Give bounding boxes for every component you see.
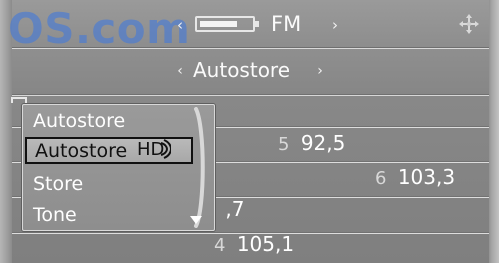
watermark: OS.com (8, 4, 191, 53)
radio-screen: OS.com ‹ FM › ‹ Autostore › 5 92,5 6 103… (0, 0, 499, 263)
station-frequency: 105,1 (236, 232, 295, 256)
left-arrow-icon[interactable]: ‹ (172, 62, 188, 80)
page-title: FM (271, 12, 302, 36)
popup-item-store[interactable]: Store (33, 172, 183, 199)
station-item[interactable]: ,7 (214, 198, 244, 220)
popup-item-autostore-hd[interactable]: Autostore HD (25, 137, 193, 164)
popup-handle-icon (11, 97, 27, 103)
right-arrow-icon[interactable]: › (312, 62, 328, 80)
hd-label: HD (137, 139, 164, 159)
popup-item-tone[interactable]: Tone (33, 203, 183, 230)
right-bezel (489, 0, 499, 263)
battery-fill (200, 21, 238, 27)
subheader-bar: ‹ Autostore › (12, 49, 489, 96)
scroll-track[interactable] (190, 107, 210, 228)
scroll-down-icon[interactable] (190, 216, 202, 224)
station-number: 5 (278, 134, 290, 155)
station-number: 6 (375, 168, 387, 189)
station-item[interactable]: 4 105,1 (214, 233, 294, 257)
station-number: 4 (214, 235, 226, 256)
station-frequency: ,7 (225, 197, 245, 221)
subheader-title: Autostore (193, 58, 291, 82)
station-item[interactable]: 5 92,5 (278, 132, 345, 156)
left-arrow-icon[interactable]: ‹ (170, 15, 190, 35)
left-bezel (0, 0, 12, 263)
top-bar: OS.com ‹ FM › (8, 0, 489, 53)
station-item[interactable]: 6 103,3 (375, 166, 455, 190)
options-popup: Autostore Autostore HD Store Tone (22, 104, 215, 231)
compass-icon[interactable] (457, 12, 481, 36)
popup-item-label: Autostore (35, 140, 128, 162)
station-frequency: 92,5 (300, 131, 346, 155)
station-frequency: 103,3 (397, 165, 456, 189)
hd-radio-icon: HD (137, 139, 172, 159)
battery-icon (195, 16, 259, 32)
right-arrow-icon[interactable]: › (325, 15, 345, 35)
popup-item-autostore[interactable]: Autostore (33, 109, 183, 136)
